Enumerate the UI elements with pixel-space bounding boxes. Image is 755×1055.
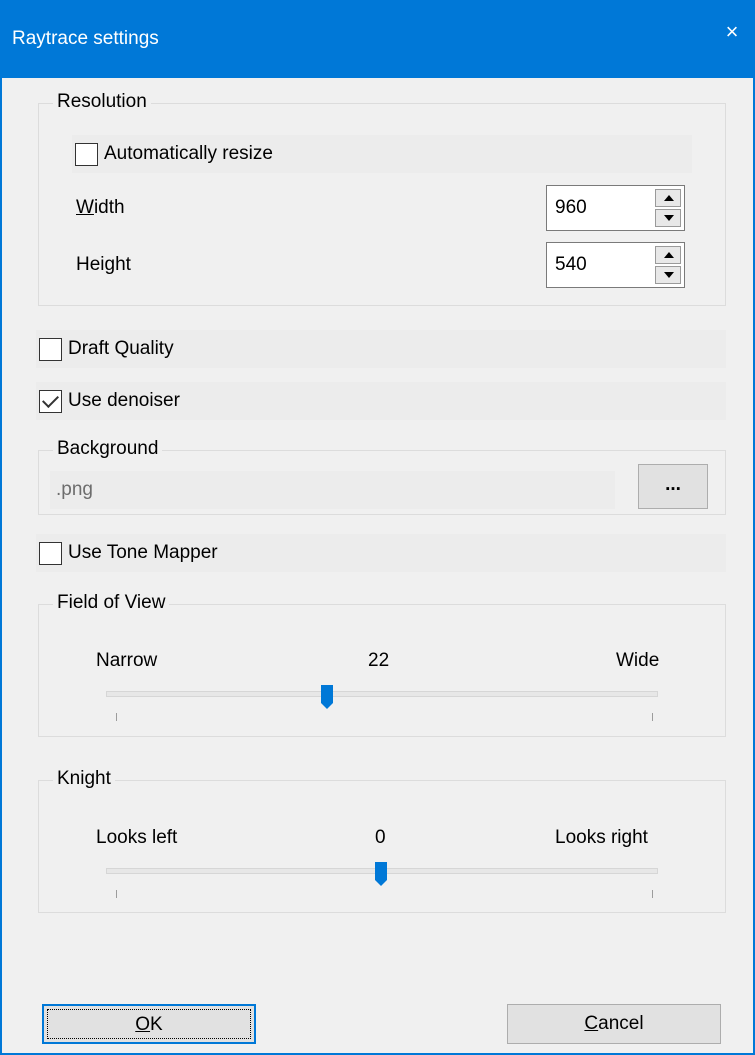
- use-denoiser-checkbox[interactable]: Use denoiser: [36, 382, 726, 420]
- browse-button[interactable]: ...: [638, 464, 708, 509]
- auto-resize-checkbox[interactable]: Automatically resize: [72, 135, 692, 173]
- spin-up-icon[interactable]: [655, 189, 681, 207]
- background-group-label: Background: [53, 438, 163, 460]
- cancel-button[interactable]: Cancel: [507, 1004, 721, 1044]
- width-label: Width: [76, 197, 125, 218]
- title-bar[interactable]: Raytrace settings ×: [2, 0, 755, 78]
- auto-resize-check-box[interactable]: [75, 142, 98, 166]
- auto-resize-label: Automatically resize: [104, 143, 273, 164]
- knight-tick-max: [652, 890, 653, 898]
- use-denoiser-check-box[interactable]: [39, 389, 62, 413]
- close-icon[interactable]: ×: [707, 12, 755, 52]
- fov-value-label: 22: [368, 650, 390, 671]
- focus-rectangle: [47, 1009, 251, 1039]
- use-tone-mapper-label: Use Tone Mapper: [68, 542, 218, 563]
- background-file-field[interactable]: .png: [50, 471, 615, 509]
- ok-button[interactable]: OK: [42, 1004, 256, 1044]
- dialog-title: Raytrace settings: [12, 28, 159, 49]
- fov-slider-thumb[interactable]: [320, 684, 334, 710]
- raytrace-settings-dialog: Raytrace settings × Resolution Automatic…: [0, 0, 755, 1055]
- height-value[interactable]: 540: [555, 254, 587, 276]
- knight-tick-min: [116, 890, 117, 898]
- knight-max-label: Looks right: [555, 827, 648, 848]
- width-value[interactable]: 960: [555, 197, 587, 219]
- draft-quality-check-box[interactable]: [39, 337, 62, 361]
- knight-group-label: Knight: [53, 768, 115, 790]
- use-tone-mapper-check-box[interactable]: [39, 541, 62, 565]
- spin-down-icon[interactable]: [655, 209, 681, 227]
- height-label: Height: [76, 254, 131, 275]
- use-tone-mapper-checkbox[interactable]: Use Tone Mapper: [36, 534, 726, 572]
- spin-down-icon[interactable]: [655, 266, 681, 284]
- fov-max-label: Wide: [616, 650, 660, 671]
- knight-min-label: Looks left: [96, 827, 178, 848]
- knight-value-label: 0: [375, 827, 386, 848]
- resolution-group-label: Resolution: [53, 91, 151, 113]
- height-spinbox[interactable]: 540: [546, 242, 685, 288]
- use-denoiser-label: Use denoiser: [68, 390, 180, 411]
- fov-min-label: Narrow: [96, 650, 158, 671]
- draft-quality-label: Draft Quality: [68, 338, 174, 359]
- draft-quality-checkbox[interactable]: Draft Quality: [36, 330, 726, 368]
- field-of-view-group-label: Field of View: [53, 592, 170, 614]
- width-spinbox[interactable]: 960: [546, 185, 685, 231]
- fov-tick-max: [652, 713, 653, 721]
- spin-up-icon[interactable]: [655, 246, 681, 264]
- knight-slider-thumb[interactable]: [374, 861, 388, 887]
- fov-tick-min: [116, 713, 117, 721]
- fov-slider-track[interactable]: [106, 691, 658, 697]
